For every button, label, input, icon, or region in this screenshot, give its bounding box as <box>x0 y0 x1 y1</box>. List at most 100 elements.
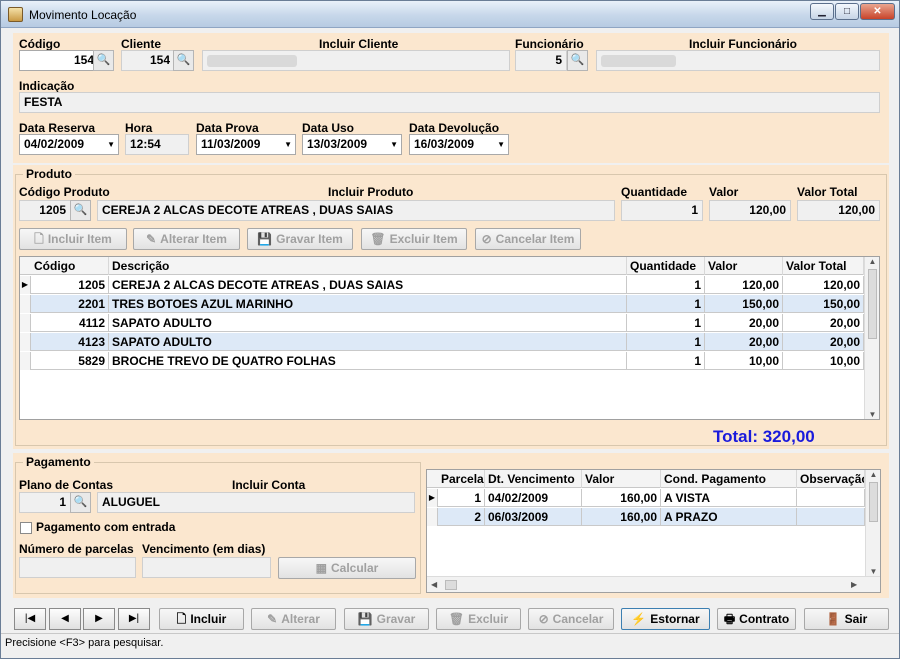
produto-grid[interactable]: Código Descrição Quantidade Valor Valor … <box>19 256 880 420</box>
alterar-item-button[interactable]: ✎ Alterar Item <box>133 228 240 250</box>
col-valor[interactable]: Valor <box>582 470 661 488</box>
estornar-button[interactable]: ⚡ Estornar <box>621 608 710 630</box>
plano-contas-label: Plano de Contas <box>19 478 114 492</box>
scroll-down-icon[interactable]: ▼ <box>865 410 879 419</box>
table-row[interactable]: 5829 BROCHE TREVO DE QUATRO FOLHAS 1 10,… <box>20 352 864 370</box>
scroll-up-icon[interactable]: ▲ <box>866 470 880 479</box>
table-row[interactable]: ▶ 1205 CEREJA 2 ALCAS DECOTE ATREAS , DU… <box>20 276 864 294</box>
calcular-button[interactable]: ▦ Calcular <box>278 557 416 579</box>
table-row[interactable]: ▶ 1 04/02/2009 160,00 A VISTA <box>427 489 865 507</box>
col-observacao[interactable]: Observação <box>797 470 865 488</box>
cliente-name-field <box>202 50 510 71</box>
cell-cond-pagamento: A VISTA <box>661 489 797 507</box>
header-panel: Código 154 🔍 Cliente 154 🔍 Incluir Clien… <box>13 33 889 163</box>
quantidade-input[interactable]: 1 <box>621 200 703 221</box>
col-dt-vencimento[interactable]: Dt. Vencimento <box>485 470 582 488</box>
cell-valor: 160,00 <box>582 508 661 526</box>
cell-codigo: 5829 <box>31 352 109 370</box>
col-quantidade[interactable]: Quantidade <box>627 257 705 275</box>
scroll-thumb[interactable] <box>868 269 877 339</box>
hora-input[interactable]: 12:54 <box>125 134 189 155</box>
exit-door-icon: 🚪 <box>825 612 841 626</box>
pagamento-legend: Pagamento <box>23 455 94 469</box>
parcelas-grid-vscrollbar[interactable]: ▲ ▼ <box>865 470 880 576</box>
quantidade-label: Quantidade <box>621 185 688 199</box>
col-descricao[interactable]: Descrição <box>109 257 627 275</box>
cell-valor-total: 20,00 <box>783 333 864 351</box>
excluir-item-button[interactable]: 🗑 Excluir Item <box>361 228 467 250</box>
excluir-label: Excluir <box>468 612 509 626</box>
table-row[interactable]: 4123 SAPATO ADULTO 1 20,00 20,00 <box>20 333 864 351</box>
col-parcela[interactable]: Parcela <box>438 470 485 488</box>
total-label: Total: 320,00 <box>713 427 815 446</box>
col-valor[interactable]: Valor <box>705 257 783 275</box>
col-cond-pagamento[interactable]: Cond. Pagamento <box>661 470 797 488</box>
col-codigo[interactable]: Código <box>31 257 109 275</box>
scroll-thumb[interactable] <box>869 482 878 522</box>
cell-dt-vencimento: 06/03/2009 <box>485 508 582 526</box>
search-conta-icon[interactable]: 🔍 <box>70 492 91 513</box>
minimize-button[interactable]: ▁ <box>810 3 834 20</box>
app-icon <box>8 7 23 22</box>
vencimento-input[interactable] <box>142 557 271 578</box>
scroll-left-icon[interactable]: ◀ <box>431 577 437 592</box>
num-parcelas-input[interactable] <box>19 557 136 578</box>
incluir-button[interactable]: 🗋 Incluir <box>159 608 244 630</box>
cancelar-button[interactable]: ⊘ Cancelar <box>528 608 614 630</box>
sair-button[interactable]: 🚪 Sair <box>804 608 889 630</box>
gravar-button[interactable]: 💾 Gravar <box>344 608 429 630</box>
data-uso-picker[interactable]: 13/03/2009 ▼ <box>302 134 402 155</box>
entrada-checkbox[interactable] <box>20 522 32 534</box>
codigo-input[interactable]: 154 <box>19 50 99 71</box>
search-produto-icon[interactable]: 🔍 <box>70 200 91 221</box>
incluir-item-button[interactable]: 🗋 Incluir Item <box>19 228 127 250</box>
funcionario-input[interactable]: 5 <box>515 50 567 71</box>
valor-total-label: Valor Total <box>797 185 858 199</box>
contrato-label: Contrato <box>739 612 790 626</box>
next-record-button[interactable]: ▶ <box>83 608 115 630</box>
cancelar-item-button[interactable]: ⊘ Cancelar Item <box>475 228 581 250</box>
indicacao-input[interactable]: FESTA <box>19 92 880 113</box>
row-indicator <box>20 295 31 313</box>
alterar-button[interactable]: ✎ Alterar <box>251 608 336 630</box>
data-prova-picker[interactable]: 11/03/2009 ▼ <box>196 134 296 155</box>
data-reserva-picker[interactable]: 04/02/2009 ▼ <box>19 134 119 155</box>
gravar-item-label: Gravar Item <box>276 232 343 246</box>
scroll-thumb[interactable] <box>445 580 457 590</box>
chevron-down-icon: ▼ <box>284 140 292 149</box>
col-valor-total[interactable]: Valor Total <box>783 257 864 275</box>
parcelas-grid-hscrollbar[interactable]: ◀ ▶ <box>427 576 880 592</box>
pagamento-panel: Pagamento Plano de Contas 1 🔍 Incluir Co… <box>13 453 889 598</box>
cell-valor-total: 10,00 <box>783 352 864 370</box>
search-funcionario-icon[interactable]: 🔍 <box>567 50 588 71</box>
prev-record-button[interactable]: ◀ <box>49 608 81 630</box>
conta-field: ALUGUEL <box>97 492 415 513</box>
first-record-button[interactable]: |◀ <box>14 608 46 630</box>
scroll-right-icon[interactable]: ▶ <box>851 577 857 592</box>
alterar-label: Alterar <box>281 612 320 626</box>
cell-parcela: 1 <box>438 489 485 507</box>
maximize-button[interactable]: □ <box>835 3 859 20</box>
last-record-button[interactable]: ▶| <box>118 608 150 630</box>
excluir-button[interactable]: 🗑 Excluir <box>436 608 521 630</box>
gravar-item-button[interactable]: 💾 Gravar Item <box>247 228 353 250</box>
contrato-button[interactable]: 🖶 Contrato <box>717 608 796 630</box>
search-cliente-icon[interactable]: 🔍 <box>173 50 194 71</box>
parcelas-grid[interactable]: Parcela Dt. Vencimento Valor Cond. Pagam… <box>426 469 881 593</box>
codigo-produto-input[interactable]: 1205 <box>19 200 71 221</box>
produto-grid-scrollbar[interactable]: ▲ ▼ <box>864 257 879 419</box>
data-devolucao-picker[interactable]: 16/03/2009 ▼ <box>409 134 509 155</box>
table-row[interactable]: 2 06/03/2009 160,00 A PRAZO <box>427 508 865 526</box>
table-row[interactable]: 4112 SAPATO ADULTO 1 20,00 20,00 <box>20 314 864 332</box>
plano-codigo-input[interactable]: 1 <box>19 492 71 513</box>
table-row[interactable]: 2201 TRES BOTOES AZUL MARINHO 1 150,00 1… <box>20 295 864 313</box>
scroll-up-icon[interactable]: ▲ <box>865 257 879 266</box>
close-button[interactable]: ✕ <box>860 3 895 20</box>
trash-icon: 🗑 <box>370 232 386 246</box>
incluir-item-label: Incluir Item <box>47 232 112 246</box>
valor-input[interactable]: 120,00 <box>709 200 791 221</box>
cliente-input[interactable]: 154 <box>121 50 175 71</box>
cell-valor: 20,00 <box>705 314 783 332</box>
search-codigo-icon[interactable]: 🔍 <box>93 50 114 71</box>
scroll-down-icon[interactable]: ▼ <box>866 567 880 576</box>
